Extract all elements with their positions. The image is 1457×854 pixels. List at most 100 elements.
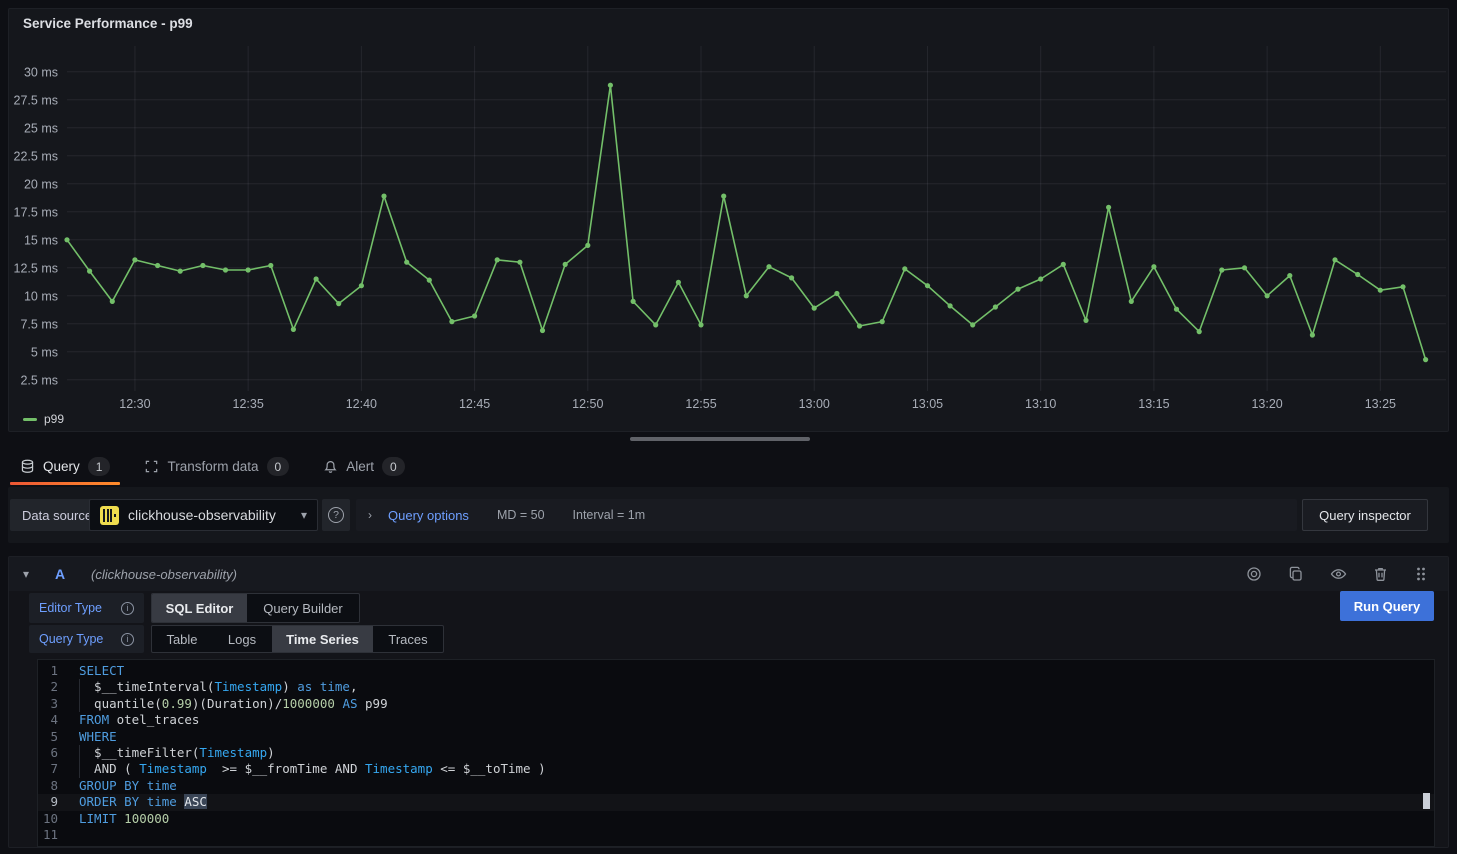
query-options-md: MD = 50 <box>497 508 545 522</box>
y-tick-label: 20 ms <box>24 177 58 191</box>
chart-point <box>155 263 160 268</box>
line-number: 11 <box>38 827 79 843</box>
query-type-label: Query Type i <box>29 625 144 653</box>
chart-point <box>291 327 296 332</box>
sql-line[interactable]: 11 <box>38 827 1434 843</box>
sql-line[interactable]: 8GROUP BY time <box>38 778 1434 794</box>
x-tick-label: 13:05 <box>912 397 943 411</box>
record-icon[interactable] <box>1246 566 1262 582</box>
chart-point <box>246 267 251 272</box>
sql-line-code: ORDER BY time ASC <box>79 794 1434 810</box>
chart-point <box>132 257 137 262</box>
chart-point <box>314 276 319 281</box>
tab-transform-count: 0 <box>267 457 290 476</box>
line-number: 6 <box>38 745 79 761</box>
datasource-picker[interactable]: clickhouse-observability ▾ <box>89 499 318 531</box>
chart-point <box>1038 276 1043 281</box>
x-tick-label: 13:15 <box>1138 397 1169 411</box>
chart-point <box>1378 288 1383 293</box>
sql-line[interactable]: 9ORDER BY time ASC <box>38 794 1434 810</box>
chart-point <box>381 194 386 199</box>
chart-point <box>744 293 749 298</box>
chart-point <box>1061 262 1066 267</box>
query-row-header[interactable]: ▾ A (clickhouse-observability) <box>9 557 1448 591</box>
y-tick-label: 25 ms <box>24 121 58 135</box>
datasource-help-button[interactable]: ? <box>322 499 350 531</box>
info-icon[interactable]: i <box>121 602 134 615</box>
x-tick-label: 13:20 <box>1251 397 1282 411</box>
eye-icon[interactable] <box>1330 566 1347 582</box>
chart-point <box>1355 272 1360 277</box>
tab-query-label: Query <box>43 459 80 474</box>
x-tick-label: 13:00 <box>799 397 830 411</box>
chart-point <box>857 323 862 328</box>
tab-transform-data[interactable]: Transform data 0 <box>134 447 299 486</box>
query-options-link[interactable]: Query options <box>388 508 469 523</box>
x-tick-label: 12:30 <box>119 397 150 411</box>
x-tick-label: 12:35 <box>233 397 264 411</box>
query-type-traces[interactable]: Traces <box>373 626 443 652</box>
sql-line[interactable]: 2 $__timeInterval(Timestamp) as time, <box>38 679 1434 695</box>
sql-line-code: FROM otel_traces <box>79 712 1434 728</box>
chart-point <box>336 301 341 306</box>
copy-icon[interactable] <box>1288 566 1304 582</box>
run-query-button[interactable]: Run Query <box>1340 591 1434 621</box>
sql-line[interactable]: 3 quantile(0.99)(Duration)/1000000 AS p9… <box>38 696 1434 712</box>
sql-line[interactable]: 5WHERE <box>38 729 1434 745</box>
query-datasource-name: (clickhouse-observability) <box>91 567 237 582</box>
editor-type-switch: SQL Editor Query Builder <box>151 593 360 623</box>
chart-point <box>427 278 432 283</box>
x-tick-label: 13:25 <box>1365 397 1396 411</box>
sql-line[interactable]: 1SELECT <box>38 663 1434 679</box>
info-icon[interactable]: i <box>121 633 134 646</box>
drag-grip-icon[interactable] <box>1414 566 1428 582</box>
y-tick-label: 12.5 ms <box>14 261 58 275</box>
sql-line[interactable]: 4FROM otel_traces <box>38 712 1434 728</box>
chart-point <box>268 263 273 268</box>
chart-legend[interactable]: p99 <box>23 412 64 426</box>
sql-line-code: SELECT <box>79 663 1434 679</box>
query-options-interval: Interval = 1m <box>573 508 646 522</box>
tab-query[interactable]: Query 1 <box>10 447 120 486</box>
horizontal-scrollbar[interactable] <box>630 437 810 441</box>
chart-point <box>1287 273 1292 278</box>
clickhouse-logo-icon <box>100 506 119 525</box>
chart-point <box>902 266 907 271</box>
indent-guide <box>79 696 80 712</box>
chart-point <box>1310 332 1315 337</box>
datasource-row: Data source clickhouse-observability ▾ ?… <box>8 487 1449 543</box>
query-options-bar[interactable]: › Query options MD = 50 Interval = 1m <box>356 499 1297 531</box>
query-inspector-button[interactable]: Query inspector <box>1302 499 1428 531</box>
chart-point <box>563 262 568 267</box>
tab-query-count: 1 <box>88 457 111 476</box>
chart-point <box>653 322 658 327</box>
chart-point <box>200 263 205 268</box>
query-type-time-series[interactable]: Time Series <box>272 626 373 652</box>
chart-point <box>359 283 364 288</box>
editor-type-sql-editor[interactable]: SQL Editor <box>152 594 247 622</box>
database-icon <box>20 459 35 474</box>
chart-point <box>1400 284 1405 289</box>
tab-transform-label: Transform data <box>167 459 258 474</box>
query-editor-tabs: Query 1 Transform data 0 Alert 0 <box>10 447 415 486</box>
sql-line[interactable]: 7 AND ( Timestamp >= $__fromTime AND Tim… <box>38 761 1434 777</box>
tab-alert-label: Alert <box>346 459 374 474</box>
x-tick-label: 12:45 <box>459 397 490 411</box>
query-type-logs[interactable]: Logs <box>212 626 272 652</box>
chart-point <box>517 260 522 265</box>
y-tick-label: 17.5 ms <box>14 205 58 219</box>
chart-point <box>223 267 228 272</box>
sql-line-code <box>79 827 1434 843</box>
sql-line[interactable]: 10LIMIT 100000 <box>38 811 1434 827</box>
x-tick-label: 12:40 <box>346 397 377 411</box>
line-number: 1 <box>38 663 79 679</box>
sql-code-editor[interactable]: 1SELECT2 $__timeInterval(Timestamp) as t… <box>37 659 1435 847</box>
line-number: 8 <box>38 778 79 794</box>
query-type-table[interactable]: Table <box>152 626 212 652</box>
editor-type-query-builder[interactable]: Query Builder <box>247 594 359 622</box>
query-ref-id: A <box>55 566 91 582</box>
tab-alert[interactable]: Alert 0 <box>313 447 414 486</box>
trash-icon[interactable] <box>1373 566 1388 582</box>
collapse-chevron-icon[interactable]: ▾ <box>23 567 47 581</box>
sql-line[interactable]: 6 $__timeFilter(Timestamp) <box>38 745 1434 761</box>
